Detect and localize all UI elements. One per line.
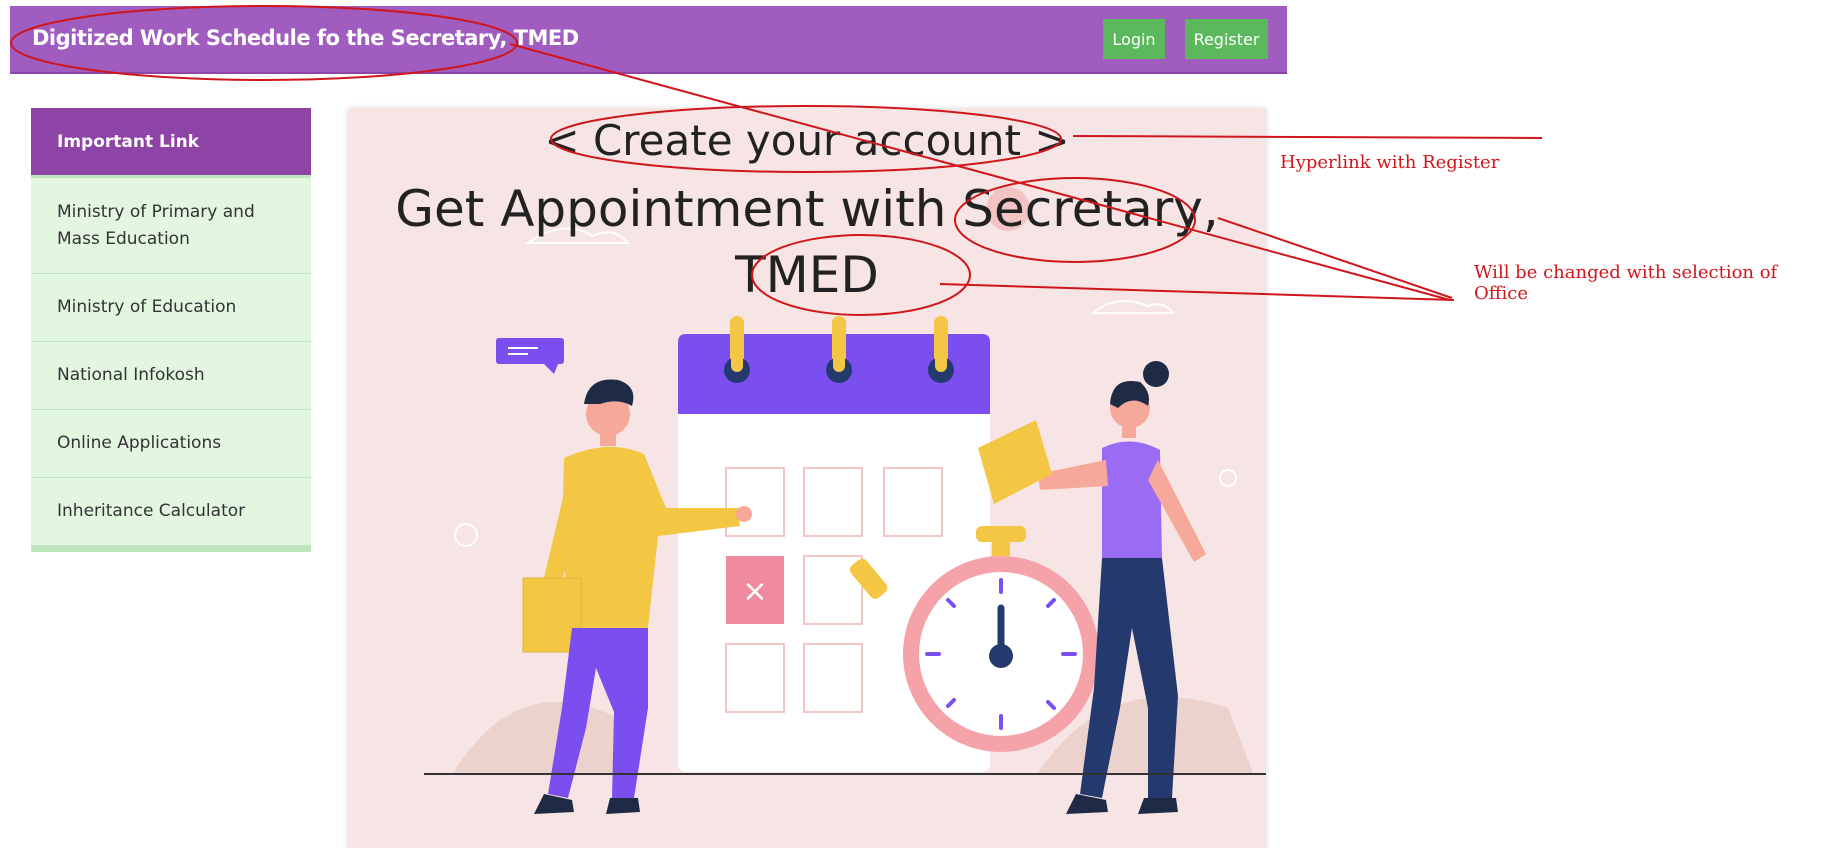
- sidebar-item-national-infokosh[interactable]: National Infokosh: [31, 342, 311, 410]
- sidebar-item-ministry-primary-mass-education[interactable]: Ministry of Primary and Mass Education: [31, 178, 311, 274]
- sidebar-item-inheritance-calculator[interactable]: Inheritance Calculator: [31, 478, 311, 546]
- sidebar-item-label: Ministry of Education: [57, 297, 237, 318]
- site-title: Digitized Work Schedule fo the Secretary…: [32, 26, 579, 50]
- login-button[interactable]: Login: [1103, 19, 1165, 59]
- sidebar-item-label: Ministry of Primary and Mass Education: [57, 202, 255, 249]
- sidebar-item-label: Online Applications: [57, 433, 222, 454]
- sidebar-item-label: Inheritance Calculator: [57, 501, 246, 522]
- appointment-hero-card: × < Create your account > Get Appointmen…: [348, 108, 1266, 848]
- sidebar-item-ministry-education[interactable]: Ministry of Education: [31, 274, 311, 342]
- appointment-heading: Get Appointment with Secretary, TMED: [348, 176, 1266, 308]
- appointment-heading-office: TMED: [735, 246, 879, 304]
- sidebar-item-label: National Infokosh: [57, 365, 205, 386]
- sidebar-item-online-applications[interactable]: Online Applications: [31, 410, 311, 478]
- create-account-link[interactable]: < Create your account >: [348, 116, 1266, 165]
- calendar-mark: ×: [742, 574, 767, 609]
- annotation-office-note: Will be changed with selection of Office: [1474, 262, 1778, 304]
- important-links-sidebar: Important Link Ministry of Primary and M…: [31, 108, 311, 552]
- top-header: Digitized Work Schedule fo the Secretary…: [10, 6, 1287, 74]
- appointment-heading-line1: Get Appointment with Secretary,: [395, 180, 1219, 238]
- annotation-register-note: Hyperlink with Register: [1280, 152, 1500, 173]
- register-button[interactable]: Register: [1185, 19, 1268, 59]
- sidebar-heading: Important Link: [31, 108, 311, 178]
